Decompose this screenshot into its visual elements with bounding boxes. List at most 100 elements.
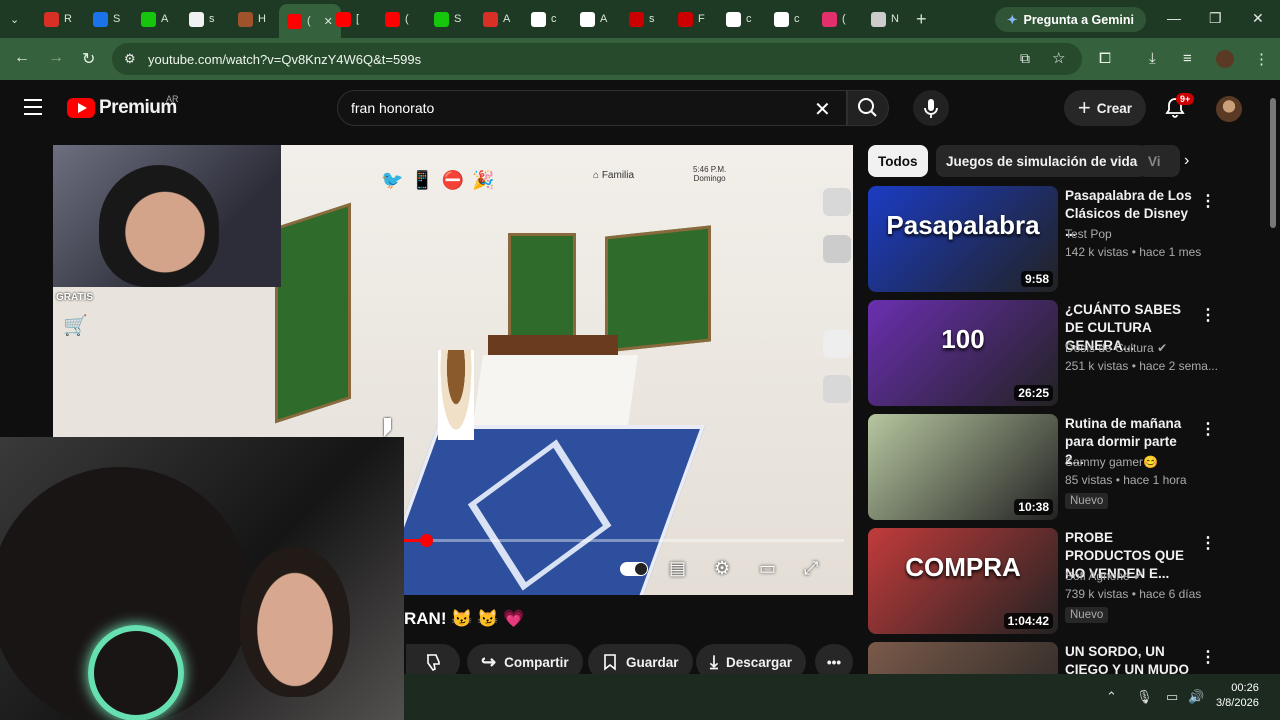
game-familia[interactable]: ⌂ Familia [593, 170, 634, 181]
game-emote-icon[interactable] [823, 188, 851, 216]
game-outfit-icon[interactable] [823, 235, 851, 263]
tab-favicon-icon [822, 11, 837, 27]
recommendation-item[interactable]: 10:38 Rutina de mañana para dormir parte… [868, 414, 1263, 522]
video-thumbnail[interactable]: 10:38 [868, 414, 1058, 520]
close-tab-icon[interactable]: ✕ [324, 15, 333, 28]
chip-simulacion[interactable]: Juegos de simulación de vida [936, 145, 1148, 177]
notification-count: 9+ [1176, 93, 1195, 105]
browser-tab[interactable]: c [531, 6, 557, 32]
theater-mode-icon[interactable]: ▭ [759, 558, 776, 579]
chevron-right-icon[interactable]: › [1184, 152, 1189, 170]
page-scrollbar[interactable] [1268, 86, 1278, 674]
search-icon [858, 98, 877, 117]
more-options-icon[interactable]: ⋮ [1200, 533, 1216, 553]
browser-tab[interactable]: H [238, 6, 266, 32]
video-thumbnail[interactable]: COMPRA 1:04:42 [868, 528, 1058, 634]
maximize-button[interactable]: ❐ [1209, 10, 1222, 27]
new-badge: Nuevo [1065, 607, 1109, 623]
browser-tab[interactable]: c [774, 6, 800, 32]
browser-tab[interactable]: ( [822, 6, 846, 32]
game-time: 5:46 P.M. [693, 165, 727, 174]
game-toolbar-icons[interactable]: 🐦📱⛔🎉 [381, 170, 503, 191]
gemini-button[interactable]: ✦ Pregunta a Gemini [995, 7, 1146, 32]
browser-tab[interactable]: A [141, 6, 168, 32]
tray-chevron-icon[interactable]: ⌃ [1106, 689, 1117, 705]
browser-tab[interactable]: ( [385, 6, 409, 32]
browser-tab[interactable]: N [871, 6, 899, 32]
browser-tab[interactable]: F [678, 6, 705, 32]
channel-name[interactable]: Dosis de Cultura ✔ [1065, 341, 1167, 355]
bookmark-star-icon[interactable]: ☆ [1052, 49, 1065, 67]
site-info-icon[interactable]: ⚙ [124, 51, 136, 67]
downloads-icon[interactable]: ⤓ [1149, 50, 1156, 67]
chip-todos[interactable]: Todos [868, 145, 928, 177]
shop-cart-icon[interactable]: 🛒 [63, 313, 89, 337]
voice-search-button[interactable] [913, 90, 949, 126]
close-window-button[interactable]: ✕ [1252, 10, 1264, 27]
more-options-icon[interactable]: ⋮ [1200, 305, 1216, 325]
browser-tab[interactable]: s [629, 6, 655, 32]
system-taskbar: ⌃ 🎙 ▭ 🔊 00:26 3/8/2026 [404, 674, 1280, 720]
url-bar[interactable]: ⚙ youtube.com/watch?v=Qv8KnzY4W6Q&t=599s… [112, 43, 1082, 75]
mouse-cursor-icon [384, 418, 391, 437]
tray-display-icon[interactable]: ▭ [1166, 689, 1178, 705]
tab-search-menu[interactable]: ⌄ [10, 6, 19, 32]
browser-tab[interactable]: A [483, 6, 510, 32]
video-thumbnail[interactable]: Pasapalabra 9:58 [868, 186, 1058, 292]
tray-mic-icon[interactable]: 🎙 [1136, 689, 1153, 705]
browser-tab[interactable]: c [726, 6, 752, 32]
more-options-icon[interactable]: ⋮ [1200, 419, 1216, 439]
browser-tab[interactable]: R [44, 6, 72, 32]
game-day: Domingo [693, 174, 726, 183]
search-input[interactable]: fran honorato ✕ [337, 90, 847, 126]
recommendation-item[interactable]: UN SORDO, UN CIEGO Y UN MUDO ... ⋮ [868, 642, 1263, 674]
more-options-icon[interactable]: ⋮ [1200, 191, 1216, 211]
minimize-button[interactable]: — [1167, 10, 1181, 26]
browser-tab[interactable]: s [189, 6, 215, 32]
account-avatar[interactable] [1216, 96, 1242, 122]
browser-tab[interactable]: S [434, 6, 461, 32]
extensions-icon[interactable]: ⧠ [1099, 50, 1111, 67]
video-title[interactable]: UN SORDO, UN CIEGO Y UN MUDO ... [1065, 643, 1195, 674]
video-thumbnail[interactable]: 100 26:25 [868, 300, 1058, 406]
search-button[interactable] [847, 90, 889, 126]
fullscreen-icon[interactable]: ⤢ [804, 558, 818, 579]
game-house-icon[interactable] [823, 375, 851, 403]
browser-menu-icon[interactable]: ⋮ [1254, 50, 1269, 68]
more-options-icon[interactable]: ⋮ [1200, 647, 1216, 667]
progress-scrubber[interactable] [420, 534, 433, 547]
game-car-icon[interactable] [823, 330, 851, 358]
recommendation-item[interactable]: COMPRA 1:04:42 PROBE PRODUCTOS QUE NO VE… [868, 528, 1263, 636]
create-button[interactable]: + Crear [1064, 90, 1146, 126]
media-control-icon[interactable]: ≡ [1183, 50, 1192, 67]
game-gratis-label: GRATIS [56, 292, 94, 303]
clear-search-icon[interactable]: ✕ [814, 97, 831, 122]
new-tab-button[interactable]: + [916, 9, 927, 30]
chip-partial[interactable]: Vi [1138, 145, 1180, 177]
tab-favicon-icon [385, 11, 400, 27]
recommendation-item[interactable]: 100 26:25 ¿CUÁNTO SABES DE CULTURA GENER… [868, 300, 1263, 408]
forward-button[interactable]: → [48, 49, 64, 67]
tray-volume-icon[interactable]: 🔊 [1188, 689, 1204, 705]
channel-name[interactable]: Test Pop [1065, 227, 1112, 241]
back-button[interactable]: ← [14, 49, 30, 67]
browser-tab[interactable]: S [93, 6, 120, 32]
browser-tab[interactable]: A [580, 6, 607, 32]
video-progress-bar[interactable] [404, 534, 844, 547]
channel-name[interactable]: Sofi Agnone ✔ [1065, 569, 1143, 583]
menu-icon[interactable] [24, 99, 42, 120]
reload-button[interactable]: ↻ [82, 49, 95, 69]
system-clock[interactable]: 00:26 3/8/2026 [1216, 681, 1259, 711]
subtitles-icon[interactable]: ▤ [669, 558, 686, 579]
recommendation-item[interactable]: Pasapalabra 9:58 Pasapalabra de Los Clás… [868, 186, 1263, 294]
browser-tab[interactable]: [ [336, 6, 359, 32]
youtube-logo[interactable]: Premium AR [67, 94, 179, 119]
notifications-button[interactable]: 9+ [1164, 93, 1195, 118]
settings-gear-icon[interactable]: ⚙ [714, 558, 730, 579]
channel-name[interactable]: Sammy gamer😊 [1065, 455, 1158, 469]
profile-avatar[interactable] [1216, 50, 1234, 68]
autoplay-toggle[interactable] [620, 562, 648, 576]
install-app-icon[interactable]: ⧉ [1020, 50, 1030, 67]
browser-tab[interactable]: (✕ [279, 4, 341, 38]
video-thumbnail[interactable] [868, 642, 1058, 674]
